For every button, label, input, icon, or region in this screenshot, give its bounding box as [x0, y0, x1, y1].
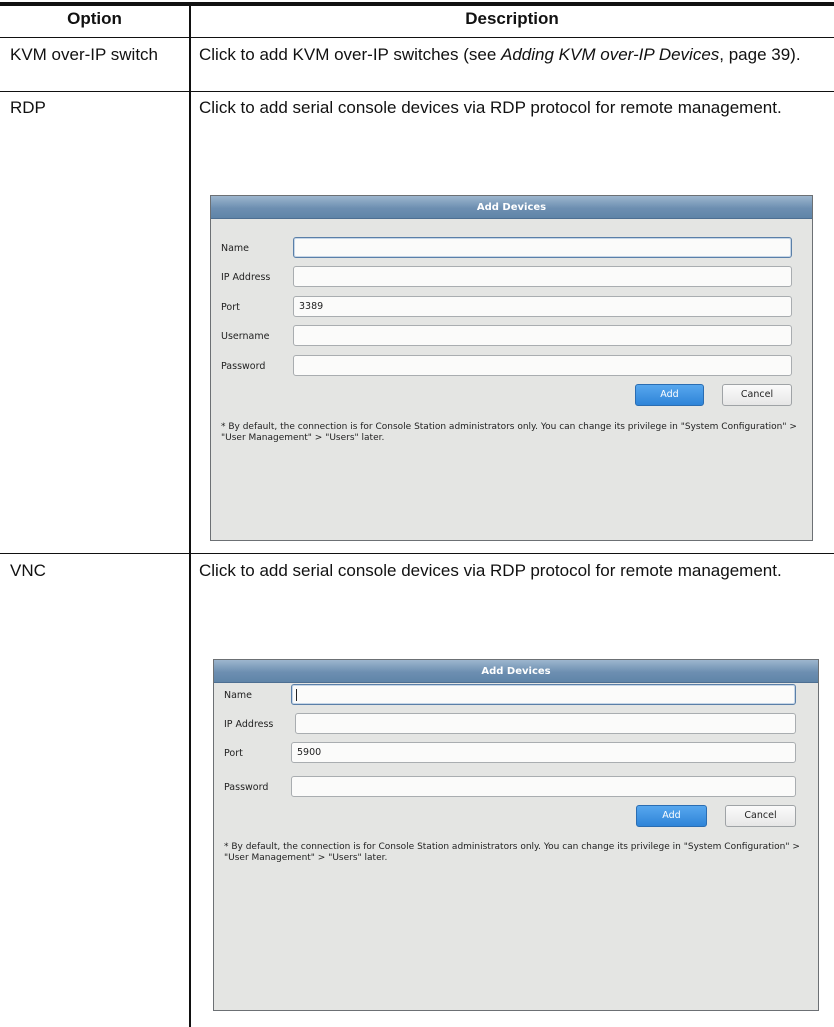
name-label: Name	[221, 243, 250, 254]
description-kvm-reference: Adding KVM over-IP Devices	[501, 45, 720, 64]
port-input[interactable]: 5900	[291, 742, 796, 763]
name-input[interactable]	[293, 237, 792, 258]
password-label: Password	[221, 361, 266, 372]
ip-address-input[interactable]	[295, 713, 796, 734]
cancel-button[interactable]: Cancel	[725, 805, 796, 827]
port-input[interactable]: 3389	[293, 296, 792, 317]
privilege-note: * By default, the connection is for Cons…	[221, 422, 797, 443]
header-option: Option	[67, 9, 122, 28]
vnc-add-devices-dialog: Add Devices Name IP Address Port 5900 Pa…	[213, 659, 819, 1011]
option-vnc: VNC	[10, 561, 46, 580]
option-kvm: KVM over-IP switch	[10, 45, 159, 64]
table-top-rule	[0, 2, 834, 6]
username-label: Username	[221, 331, 270, 342]
ip-address-label: IP Address	[221, 272, 271, 283]
password-input[interactable]	[291, 776, 796, 797]
row-rule	[0, 553, 834, 554]
dialog-title: Add Devices	[211, 196, 812, 219]
privilege-note: * By default, the connection is for Cons…	[224, 842, 800, 863]
text-caret	[296, 689, 297, 701]
row-rule	[0, 91, 834, 92]
header-description: Description	[465, 9, 559, 28]
port-label: Port	[224, 748, 243, 759]
password-label: Password	[224, 782, 269, 793]
add-button[interactable]: Add	[636, 805, 707, 827]
description-kvm-page: , page 39).	[719, 45, 801, 64]
description-kvm: Click to add KVM over-IP switches (see A…	[199, 44, 809, 66]
ip-address-label: IP Address	[224, 719, 274, 730]
option-rdp: RDP	[10, 98, 46, 117]
column-divider	[189, 6, 191, 1027]
password-input[interactable]	[293, 355, 792, 376]
header-rule	[0, 37, 834, 38]
dialog-title: Add Devices	[214, 660, 818, 683]
name-label: Name	[224, 690, 253, 701]
ip-address-input[interactable]	[293, 266, 792, 287]
options-table: Option Description KVM over-IP switch Cl…	[0, 0, 834, 1027]
username-input[interactable]	[293, 325, 792, 346]
cancel-button[interactable]: Cancel	[722, 384, 792, 406]
rdp-add-devices-dialog: Add Devices Name IP Address Port 3389 Us…	[210, 195, 813, 541]
description-kvm-text: Click to add KVM over-IP switches (see	[199, 45, 502, 64]
port-label: Port	[221, 302, 240, 313]
description-rdp: Click to add serial console devices via …	[199, 98, 782, 117]
description-vnc: Click to add serial console devices via …	[199, 561, 782, 580]
add-button[interactable]: Add	[635, 384, 704, 406]
name-input[interactable]	[291, 684, 796, 705]
